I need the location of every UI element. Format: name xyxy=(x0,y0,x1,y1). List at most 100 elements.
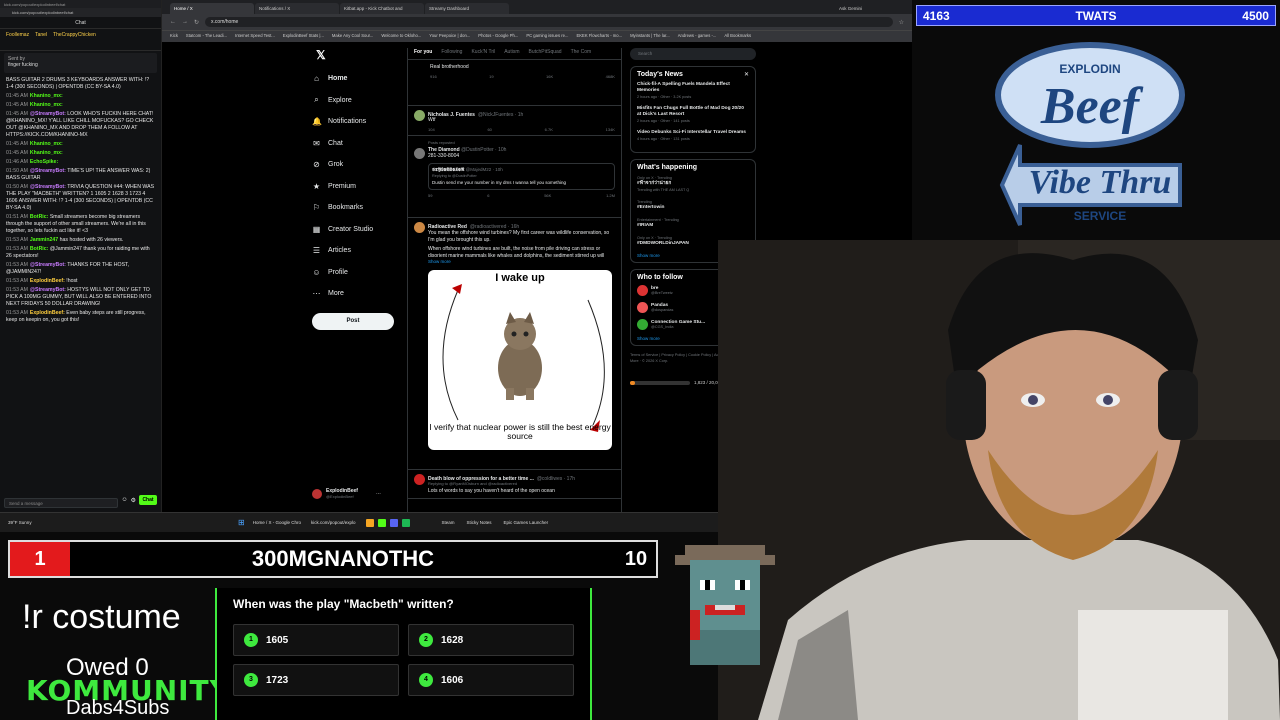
nav-item-bookmarks[interactable]: ⚐ Bookmarks xyxy=(312,197,407,219)
nav-item-chat[interactable]: ✉ Chat xyxy=(312,133,407,155)
search-input[interactable]: Search xyxy=(630,48,756,60)
bookmark-item[interactable]: Kick xyxy=(170,33,178,40)
close-icon[interactable]: ✕ xyxy=(744,71,749,82)
post-button[interactable]: Post xyxy=(312,312,394,330)
like-count[interactable]: 16K xyxy=(546,74,553,81)
app-icon[interactable] xyxy=(377,518,386,527)
like-count[interactable]: 56K xyxy=(544,193,551,200)
chat-address-bar[interactable]: kick.com/popout/explodinbeef/chat xyxy=(0,8,161,17)
taskbar-item[interactable]: Epic Games Launcher xyxy=(504,520,549,525)
feed-post[interactable]: Radioactive Red @radioactivered · 16h Yo… xyxy=(408,218,621,470)
taskbar-item[interactable]: kick.com/popout/explo xyxy=(311,520,356,525)
nav-item-creator-studio[interactable]: ▦ Creator Studio xyxy=(312,219,407,241)
nav-item-grok[interactable]: ⊘ Grok xyxy=(312,154,407,176)
more-icon[interactable]: ··· xyxy=(376,491,381,497)
taskbar-item[interactable]: Home / X - Google Chro xyxy=(253,520,301,525)
feed-tab[interactable]: ButchPitSquad xyxy=(529,49,562,58)
x-feed[interactable]: For you Following Kuck'N Tril Autism ButchPi… xyxy=(407,48,622,512)
bookmark-item[interactable]: Your Peepoice | don... xyxy=(429,33,470,40)
avatar[interactable] xyxy=(414,222,425,233)
avatar[interactable] xyxy=(414,147,425,159)
chat-username[interactable]: Jammin247 xyxy=(30,237,58,243)
app-icon[interactable] xyxy=(401,518,410,527)
nav-item-notifications[interactable]: 🔔 Notifications xyxy=(312,111,407,133)
bookmark-item[interactable]: All Bookmarks xyxy=(724,33,751,40)
start-icon[interactable]: ⊞ xyxy=(238,518,245,527)
like-count[interactable]: 6.7K xyxy=(545,127,553,134)
quote-post[interactable]: 𝕾𝕿𝖄𝕷𝕰𝕭𝕷𝕰𝖃𝕰𝕽 @MajedM22 · 10h Replying to … xyxy=(428,162,615,190)
top-gifter[interactable]: Tanel xyxy=(35,32,47,47)
trend-item[interactable]: Only on X · Trending #ฟ้าจาก่ว่าน่ายก Tren… xyxy=(637,175,749,193)
account-switcher[interactable]: ExplodinBeef @ExplodinBeef ··· xyxy=(312,488,381,499)
show-more-link[interactable]: Show more xyxy=(414,259,615,266)
feed-tab[interactable]: For you xyxy=(414,49,432,58)
news-item[interactable]: Misfits Fan Chugs Full Bottle of Mad Dog… xyxy=(637,106,749,124)
bookmark-item[interactable]: Internet Speed Test... xyxy=(235,33,275,40)
address-bar[interactable]: x.com/home xyxy=(205,17,893,27)
chat-message[interactable]: 01:45 AM Khanino_mx: xyxy=(6,93,155,100)
chat-username[interactable]: EchoSpike: xyxy=(30,159,58,165)
chat-username[interactable]: Khanino_mx: xyxy=(30,150,63,156)
nav-item-articles[interactable]: ☰ Articles xyxy=(312,240,407,262)
avatar[interactable] xyxy=(637,319,648,330)
ask-gemini-button[interactable]: Ask Gemini xyxy=(839,6,862,14)
nav-item-profile[interactable]: ☺ Profile xyxy=(312,262,407,284)
trend-item[interactable]: Entertainment · Trending #IRIAM xyxy=(637,217,749,229)
chat-username[interactable]: ExplodinBeef: xyxy=(30,278,65,284)
nav-item-home[interactable]: ⌂ Home xyxy=(312,68,407,90)
view-count[interactable]: 468K xyxy=(606,74,615,81)
chat-username[interactable]: ExplodinBeef: xyxy=(30,310,65,316)
chat-message[interactable]: 01:53 AM @StreamyBot: THANKS FOR THE HOST… xyxy=(6,262,155,276)
star-icon[interactable]: ☆ xyxy=(899,19,904,26)
chat-username[interactable]: @StreamyBot: xyxy=(30,262,66,268)
chat-message[interactable]: 01:53 AM BotRic: @Jammin247 thank you for… xyxy=(6,246,155,260)
bookmark-item[interactable]: ExplodinBeef Stats |... xyxy=(283,33,324,40)
chat-username[interactable]: @StreamyBot: xyxy=(30,111,66,117)
bookmark-item[interactable]: EKEK Flowcharts - mo... xyxy=(576,33,622,40)
reply-count[interactable]: 104 xyxy=(428,127,435,134)
tab-kitbat[interactable]: Kitbat.app - Kick Chatbot and xyxy=(340,3,424,14)
repost-count[interactable]: 19 xyxy=(489,74,493,81)
avatar[interactable] xyxy=(637,285,648,296)
chat-username[interactable]: @StreamyBot: xyxy=(30,287,66,293)
reply-count[interactable]: 916 xyxy=(430,74,437,81)
bookmark-item[interactable]: Statcom - The Leadi... xyxy=(186,33,227,40)
chat-username[interactable]: Khanino_mx: xyxy=(30,93,63,99)
chat-message[interactable]: 01:45 AM Khanino_mx: xyxy=(6,102,155,109)
view-count[interactable]: 134K xyxy=(606,127,615,134)
chat-username[interactable]: Khanino_mx: xyxy=(30,141,63,147)
chat-message[interactable]: 01:53 AM @StreamyBot: HOSTYS WILL NOT ONL… xyxy=(6,287,155,308)
chat-message[interactable]: 01:46 AM EchoSpike: xyxy=(6,159,155,166)
bookmark-item[interactable]: Andrews - games -... xyxy=(678,33,717,40)
taskbar-item[interactable]: Sticky Notes xyxy=(467,520,492,525)
chat-username[interactable]: BotRic: xyxy=(30,246,48,252)
chat-message[interactable]: 01:50 AM @StreamyBot: TIME'S UP! THE ANSW… xyxy=(6,168,155,182)
app-icon[interactable] xyxy=(365,518,374,527)
chat-message[interactable]: 01:53 AM ExplodinBeef: !host xyxy=(6,278,155,285)
news-item[interactable]: Video Debunks Sci-Fi Interstellar Travel… xyxy=(637,130,749,142)
feed-tab[interactable]: Following xyxy=(441,49,462,58)
nav-item-premium[interactable]: ★ Premium xyxy=(312,176,407,198)
forward-icon[interactable]: → xyxy=(182,19,188,25)
settings-icon[interactable]: ⚙ xyxy=(131,497,136,504)
app-icon[interactable] xyxy=(389,518,398,527)
avatar[interactable] xyxy=(414,110,425,121)
back-icon[interactable]: ← xyxy=(170,19,176,25)
bookmark-item[interactable]: Welcome to Okloho... xyxy=(381,33,421,40)
feed-post[interactable]: Posts reposted The Diamond @DustinPotter… xyxy=(408,136,621,218)
bookmark-item[interactable]: Photos - Google Ph... xyxy=(478,33,518,40)
feed-post[interactable]: Nicholas J. Fuentes @NickJFuentes · 1h W… xyxy=(408,106,621,136)
repost-count[interactable]: 60 xyxy=(487,127,491,134)
tab-streamy[interactable]: Streamy Dashboard xyxy=(425,3,509,14)
feed-post[interactable]: Death blow of oppression for a better ti… xyxy=(408,470,621,499)
emoji-icon[interactable]: ☺ xyxy=(121,497,127,503)
tab-home-x[interactable]: Home / X xyxy=(170,3,254,14)
avatar[interactable] xyxy=(637,302,648,313)
meme-image[interactable]: I wake up I verify that nuclear power is… xyxy=(428,269,612,450)
bookmark-item[interactable]: PC gaming issues re... xyxy=(526,33,568,40)
feed-tab[interactable]: Kuck'N Tril xyxy=(471,49,495,58)
top-gifter[interactable]: Foollemaz xyxy=(6,32,29,47)
feed-tab[interactable]: The Com xyxy=(571,49,592,58)
feed-post[interactable]: Real brotherhood 916 19 16K 468K xyxy=(408,60,621,106)
x-logo-icon[interactable]: 𝕏 xyxy=(316,48,407,62)
